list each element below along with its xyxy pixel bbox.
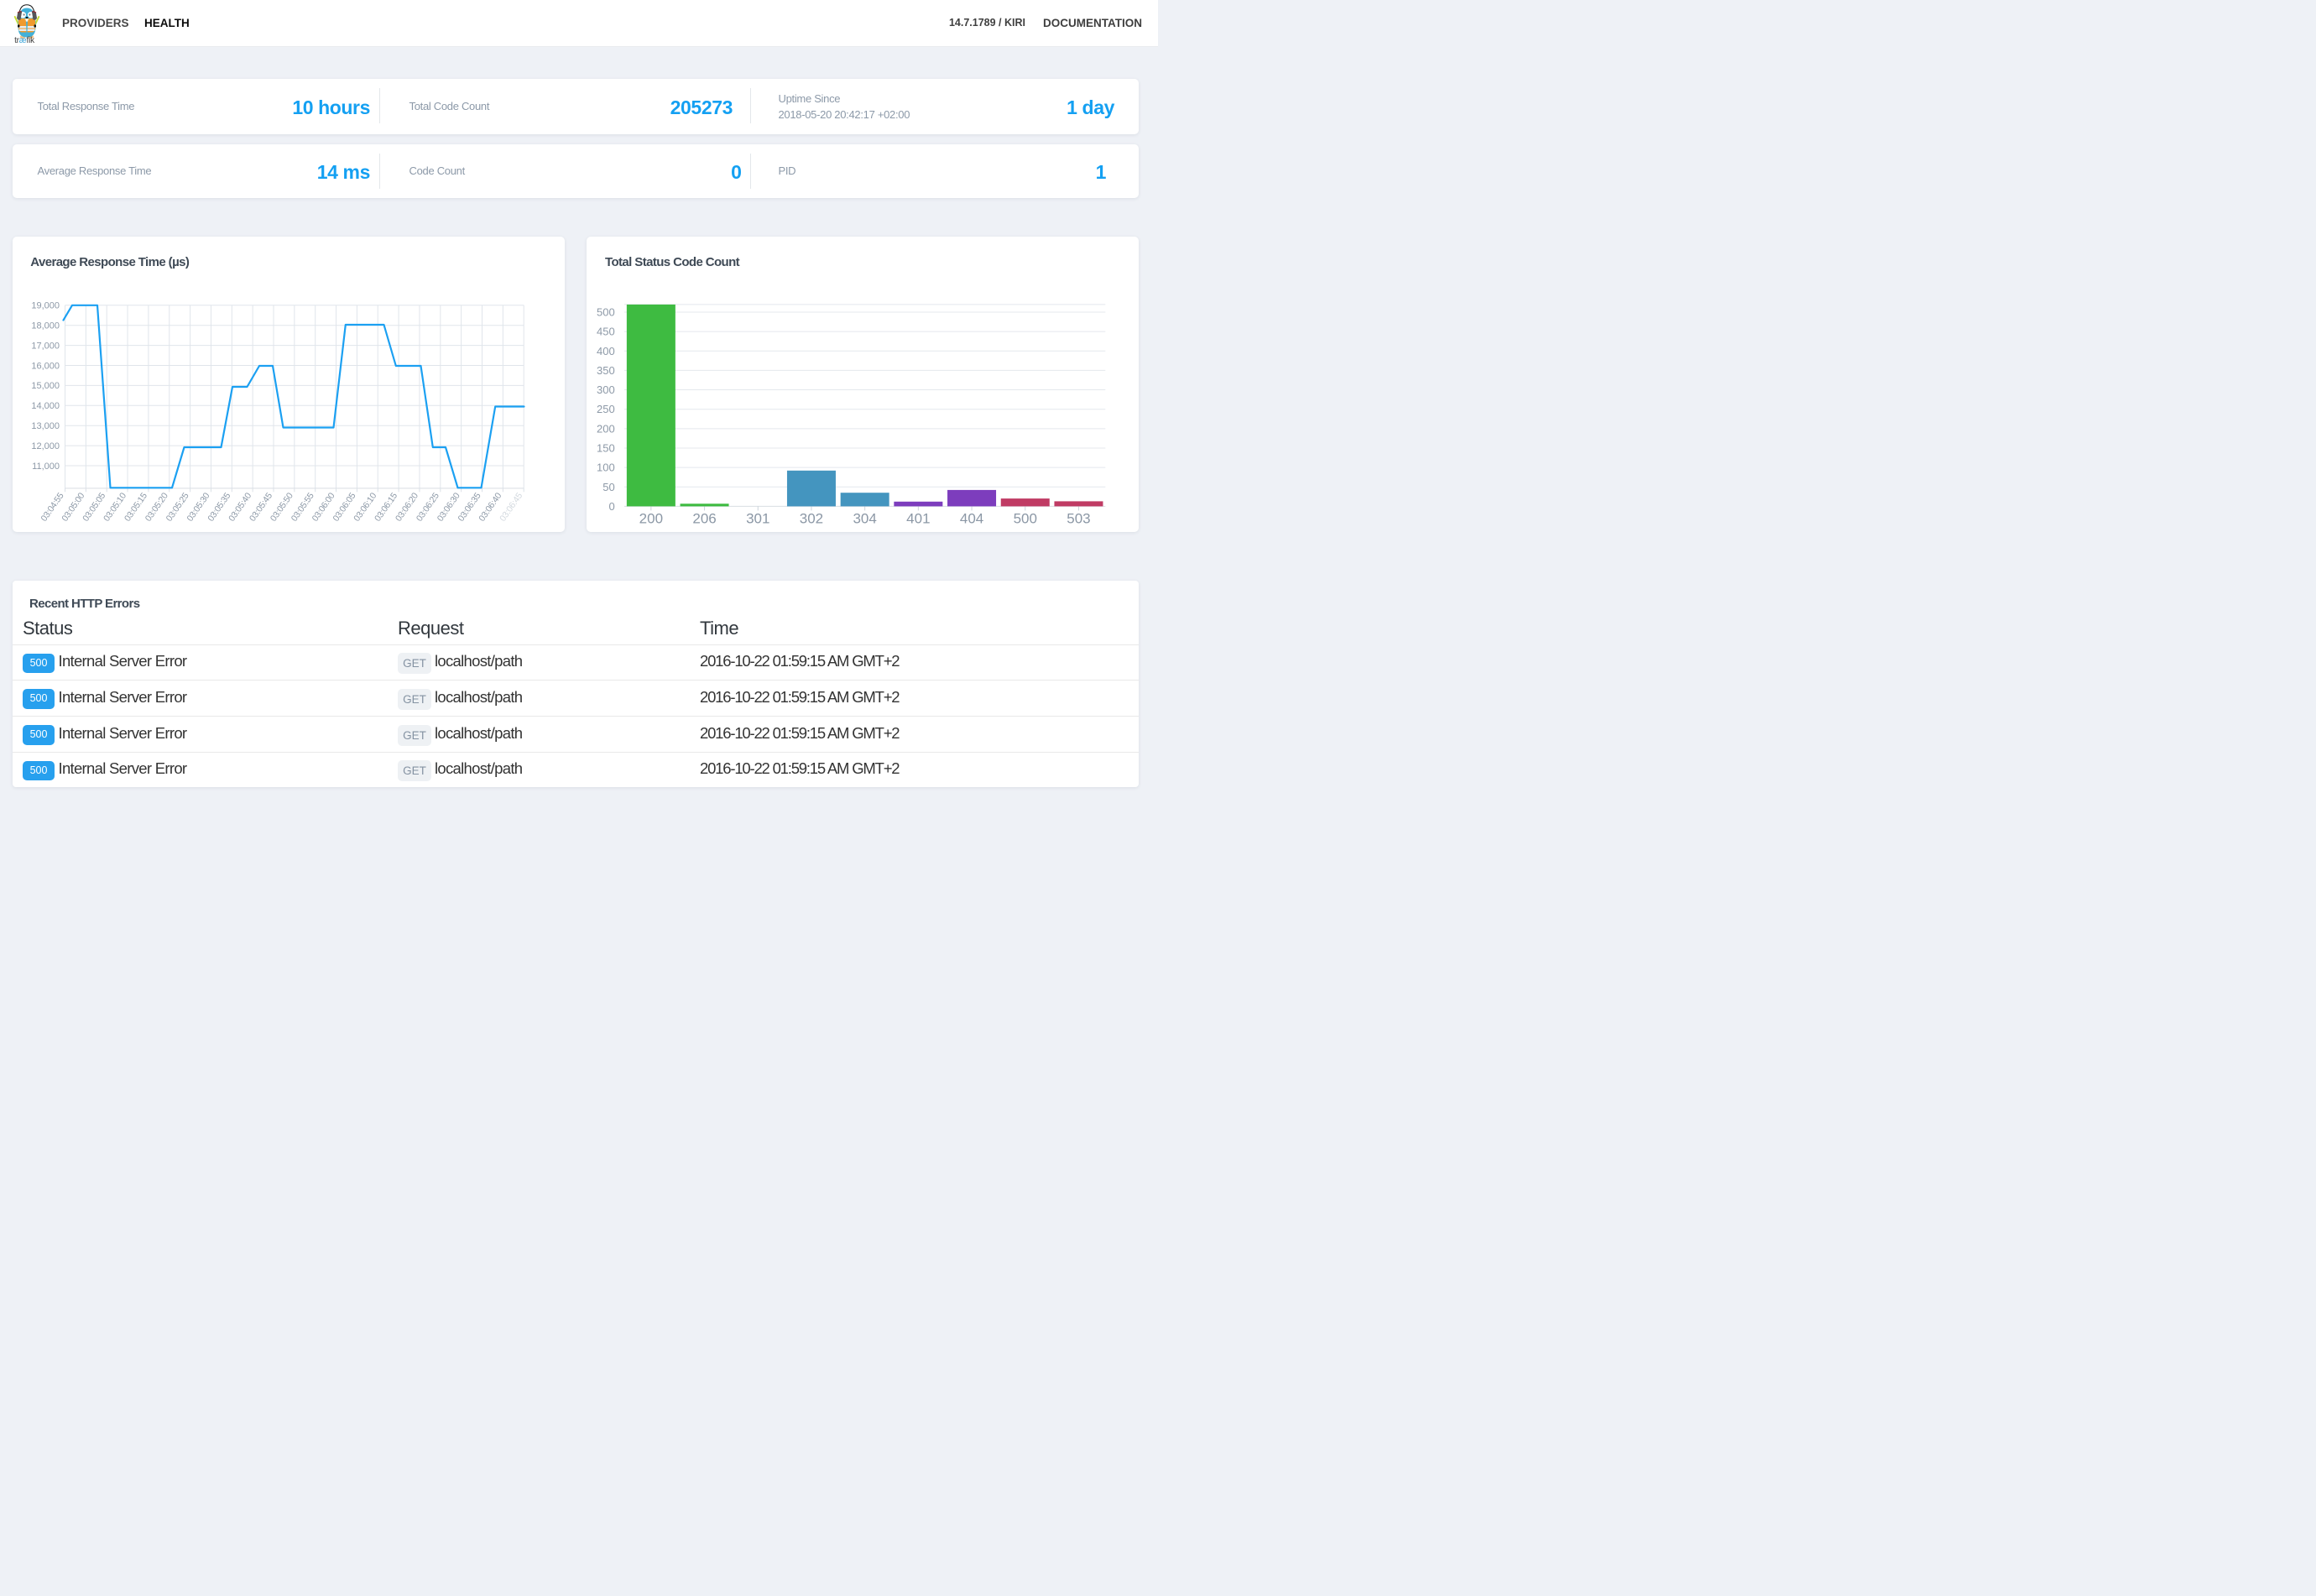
svg-text:250: 250 [597, 403, 615, 415]
svg-text:500: 500 [1014, 510, 1037, 526]
svg-text:200: 200 [597, 422, 615, 435]
svg-text:200: 200 [639, 510, 663, 526]
svg-text:50: 50 [602, 480, 614, 493]
svg-text:304: 304 [853, 510, 876, 526]
svg-text:450: 450 [597, 325, 615, 337]
svg-text:500: 500 [597, 305, 615, 318]
svg-text:302: 302 [800, 510, 823, 526]
svg-text:16,000: 16,000 [31, 361, 60, 371]
svg-text:13,000: 13,000 [31, 421, 60, 431]
svg-text:150: 150 [597, 441, 615, 454]
svg-text:18,000: 18,000 [31, 321, 60, 331]
svg-text:12,000: 12,000 [31, 441, 60, 451]
svg-text:14,000: 14,000 [31, 401, 60, 411]
svg-text:350: 350 [597, 363, 615, 376]
svg-text:11,000: 11,000 [32, 461, 60, 471]
svg-text:17,000: 17,000 [31, 341, 60, 351]
svg-text:404: 404 [960, 510, 983, 526]
svg-text:401: 401 [906, 510, 930, 526]
svg-text:301: 301 [746, 510, 769, 526]
svg-text:19,000: 19,000 [31, 300, 60, 310]
svg-text:400: 400 [597, 344, 615, 357]
svg-text:206: 206 [692, 510, 716, 526]
svg-text:0: 0 [608, 499, 614, 512]
svg-text:300: 300 [597, 383, 615, 396]
svg-text:15,000: 15,000 [31, 381, 60, 391]
svg-text:503: 503 [1067, 510, 1090, 526]
svg-text:100: 100 [597, 461, 615, 473]
